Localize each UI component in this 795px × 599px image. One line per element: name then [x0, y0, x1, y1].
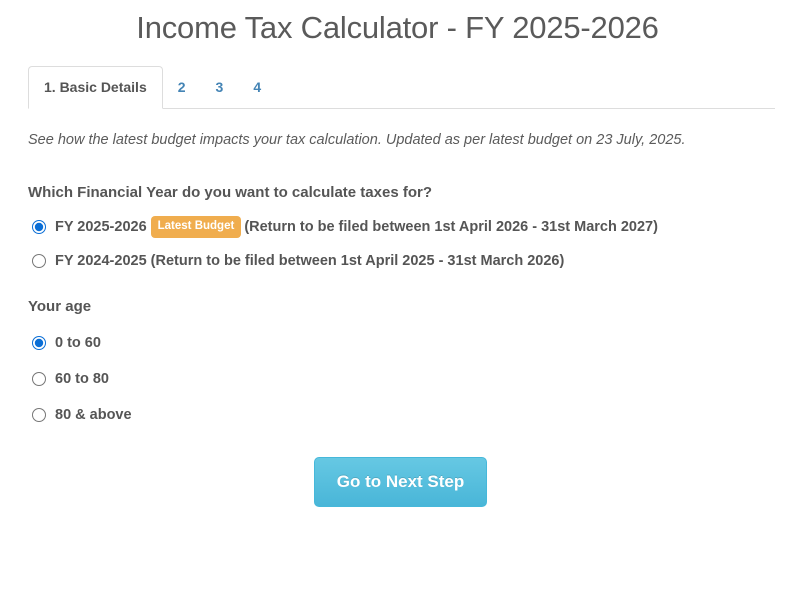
step-tab-bar: 1. Basic Details 2 3 4 — [28, 66, 775, 109]
financial-year-radio-group: FY 2025-2026 Latest Budget (Return to be… — [28, 216, 773, 271]
button-row: Go to Next Step — [28, 456, 773, 507]
page-title: Income Tax Calculator - FY 2025-2026 — [136, 10, 659, 45]
financial-year-question: Which Financial Year do you want to calc… — [28, 184, 432, 201]
age-radio-80-and-above[interactable] — [32, 407, 46, 422]
financial-year-radio-2025-2026[interactable] — [32, 219, 46, 234]
age-label-80-and-above: 80 & above — [55, 406, 132, 423]
financial-year-option-2025-2026[interactable]: FY 2025-2026 Latest Budget (Return to be… — [28, 216, 773, 238]
latest-budget-badge: Latest Budget — [150, 216, 242, 238]
age-option-0-to-60[interactable]: 0 to 60 — [28, 333, 773, 353]
financial-year-option-2024-2025[interactable]: FY 2024-2025 (Return to be filed between… — [28, 251, 773, 271]
tab-step-4[interactable]: 4 — [238, 66, 276, 109]
age-option-80-and-above[interactable]: 80 & above — [28, 405, 773, 425]
age-label-0-to-60: 0 to 60 — [55, 334, 101, 351]
age-radio-60-to-80[interactable] — [32, 371, 46, 386]
age-radio-0-to-60[interactable] — [32, 335, 46, 350]
financial-year-radio-2024-2025[interactable] — [32, 253, 46, 268]
tab-step-3[interactable]: 3 — [201, 66, 239, 109]
income-tax-calculator-page: Income Tax Calculator - FY 2025-2026 1. … — [0, 0, 795, 599]
financial-year-label-2025-2026: FY 2025-2026 — [55, 218, 147, 235]
lead-description: See how the latest budget impacts your t… — [28, 132, 686, 148]
tab-content-basic-details: See how the latest budget impacts your t… — [0, 127, 795, 507]
age-option-60-to-80[interactable]: 60 to 80 — [28, 369, 773, 389]
go-to-next-step-button[interactable]: Go to Next Step — [313, 456, 488, 507]
financial-year-note-2025-2026: (Return to be filed between 1st April 20… — [244, 218, 658, 235]
financial-year-label-2024-2025: FY 2024-2025 (Return to be filed between… — [55, 252, 565, 269]
tab-step-2[interactable]: 2 — [163, 66, 201, 109]
age-question: Your age — [28, 297, 92, 315]
age-label-60-to-80: 60 to 80 — [55, 370, 109, 387]
age-radio-group: 0 to 60 60 to 80 80 & above — [28, 333, 773, 425]
tab-basic-details[interactable]: 1. Basic Details — [28, 66, 163, 109]
